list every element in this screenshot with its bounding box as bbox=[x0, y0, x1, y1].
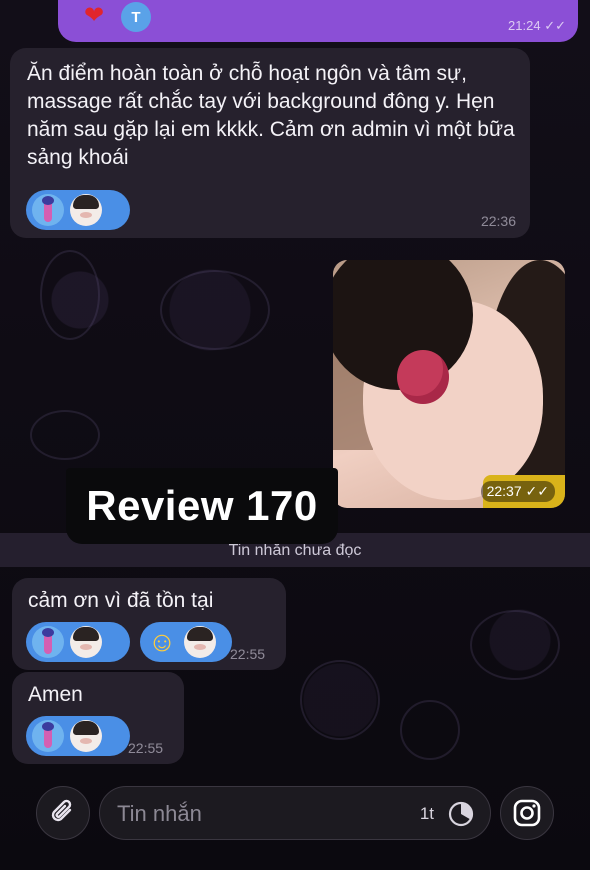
grinning-emoji-icon: ☺ bbox=[147, 626, 177, 657]
background-doodle bbox=[160, 270, 270, 350]
message-time-text: 22:37 bbox=[486, 483, 522, 499]
reactor-avatar bbox=[70, 194, 102, 226]
sticker-figure-icon bbox=[32, 720, 64, 752]
reaction-avatar[interactable]: T bbox=[121, 2, 151, 32]
camera-button[interactable] bbox=[500, 786, 554, 840]
incoming-message-bubble[interactable]: Amen 22:55 bbox=[12, 672, 184, 764]
reaction-pill[interactable] bbox=[26, 190, 130, 230]
message-text: cảm ơn vì đã tồn tại bbox=[28, 589, 214, 612]
reactor-avatar bbox=[70, 626, 102, 658]
message-time: 22:55 bbox=[230, 646, 266, 662]
message-time: 22:55 bbox=[128, 740, 164, 756]
message-time-text: 21:24 bbox=[508, 18, 541, 33]
incoming-message-bubble[interactable]: cảm ơn vì đã tồn tại ☺ 22:55 bbox=[12, 578, 286, 670]
heart-icon[interactable]: ❤ bbox=[84, 4, 104, 28]
timer-label: 1t bbox=[419, 804, 434, 823]
reactor-avatar bbox=[70, 720, 102, 752]
sticker-figure-icon bbox=[32, 626, 64, 658]
message-text: Ăn điểm hoàn toàn ở chỗ hoạt ngôn và tâm… bbox=[27, 62, 515, 169]
background-doodle bbox=[300, 660, 380, 740]
outgoing-message-bubble[interactable]: ❤ T 21:24 ✓✓ bbox=[58, 0, 578, 42]
background-doodle bbox=[400, 700, 460, 760]
message-input-placeholder: Tin nhắn bbox=[117, 801, 202, 826]
background-doodle bbox=[40, 250, 100, 340]
reaction-pill[interactable]: ☺ bbox=[140, 622, 232, 662]
message-time: 22:36 bbox=[480, 213, 516, 229]
background-doodle bbox=[30, 410, 100, 460]
paperclip-icon bbox=[51, 799, 72, 822]
sticker-figure-icon bbox=[32, 194, 64, 226]
attach-button[interactable] bbox=[36, 786, 90, 840]
incoming-message-bubble[interactable]: Ăn điểm hoàn toàn ở chỗ hoạt ngôn và tâm… bbox=[10, 48, 530, 238]
double-check-icon: ✓✓ bbox=[544, 18, 566, 33]
photo-lips bbox=[397, 350, 449, 404]
message-time: 21:24 ✓✓ bbox=[508, 18, 566, 34]
photo-message[interactable]: 22:37 ✓✓ bbox=[333, 260, 565, 508]
review-overlay-label: Review 170 bbox=[66, 468, 338, 544]
background-doodle bbox=[470, 610, 560, 680]
double-check-icon: ✓✓ bbox=[525, 483, 549, 499]
instagram-camera-icon bbox=[513, 799, 541, 827]
reaction-pill[interactable] bbox=[26, 622, 130, 662]
message-input[interactable]: Tin nhắn 1t bbox=[99, 786, 491, 840]
unread-divider-label: Tin nhắn chưa đọc bbox=[228, 542, 362, 559]
message-time: 22:37 ✓✓ bbox=[480, 481, 555, 502]
message-text: Amen bbox=[28, 683, 83, 706]
reactor-avatar bbox=[184, 626, 216, 658]
timer-icon[interactable] bbox=[446, 799, 476, 829]
reaction-pill[interactable] bbox=[26, 716, 130, 756]
